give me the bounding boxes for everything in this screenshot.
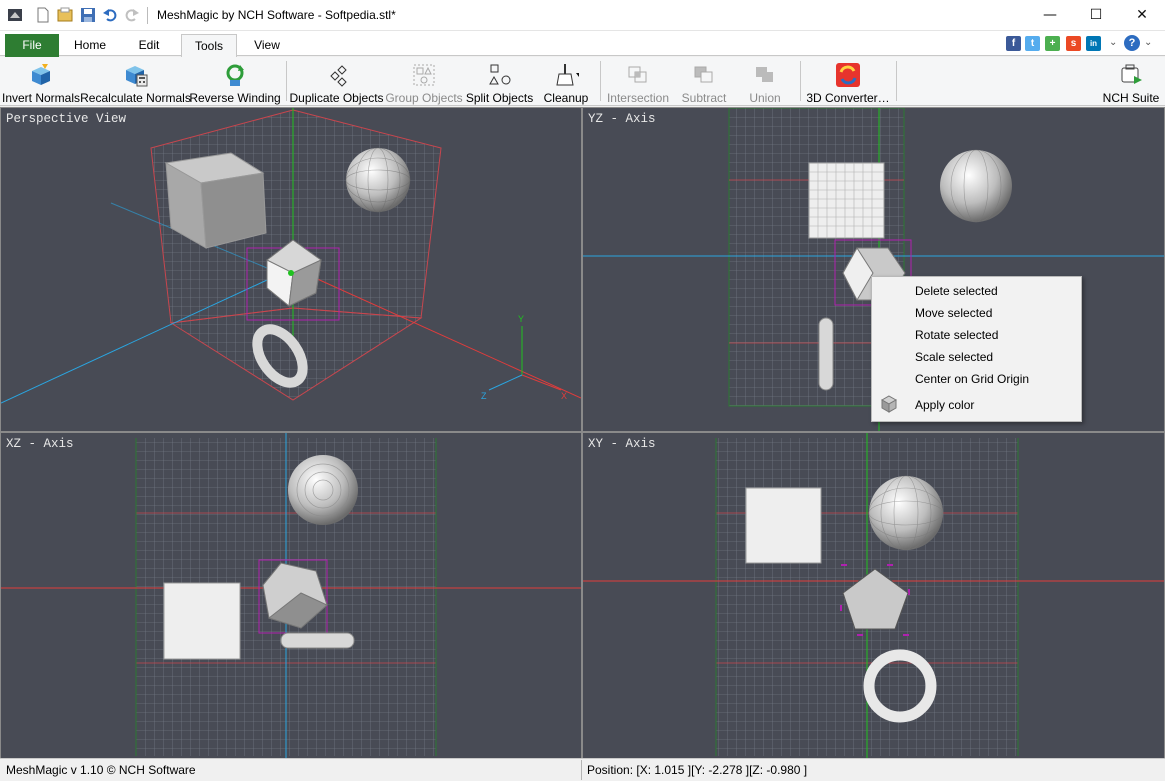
intersection-button[interactable]: Intersection	[606, 57, 670, 105]
axis-label-x: X	[561, 391, 567, 401]
union-button[interactable]: Union	[744, 57, 786, 105]
recalculate-normals-button[interactable]: Recalculate Normals	[80, 57, 191, 105]
tab-file[interactable]: File	[5, 34, 59, 57]
redo-icon[interactable]	[123, 6, 141, 24]
xy-viewport[interactable]: XY - Axis	[583, 433, 1164, 758]
close-button[interactable]: ✕	[1119, 0, 1165, 30]
menu-item-apply-color[interactable]: Apply color	[915, 398, 974, 412]
menu-item-move-selected[interactable]: Move selected	[915, 306, 992, 320]
duplicate-objects-icon	[324, 62, 350, 88]
ribbon-separator	[800, 61, 801, 101]
social-dropdown-icon[interactable]: ⌄	[1109, 37, 1117, 48]
intersection-icon	[625, 62, 651, 88]
context-menu: Delete selected Move selected Rotate sel…	[871, 276, 1082, 422]
cleanup-button[interactable]: Cleanup	[538, 57, 594, 105]
new-file-icon[interactable]	[34, 6, 52, 24]
split-objects-button[interactable]: Split Objects	[466, 57, 533, 105]
help-dropdown-icon[interactable]: ⌄	[1144, 37, 1152, 48]
ribbon-tabs: File Home Edit Tools View f t + s in ⌄ ?…	[0, 31, 1165, 58]
invert-normals-icon	[28, 62, 54, 88]
converter-icon	[835, 62, 861, 88]
linkedin-icon[interactable]: in	[1086, 36, 1101, 51]
status-bar: MeshMagic v 1.10 © NCH Software Position…	[0, 758, 1165, 781]
viewport-area: Y X Z Perspective View YZ - Axis XZ - Ax…	[0, 107, 1165, 758]
tab-tools[interactable]: Tools	[181, 34, 237, 58]
perspective-viewport[interactable]: Y X Z Perspective View	[1, 108, 581, 431]
app-icon[interactable]	[6, 6, 24, 24]
broom-icon	[553, 62, 579, 88]
menu-item-scale-selected[interactable]: Scale selected	[915, 350, 993, 364]
save-icon[interactable]	[79, 6, 97, 24]
xz-canvas	[1, 433, 581, 758]
3d-converter-button[interactable]: 3D Converter…	[806, 57, 890, 105]
menu-item-rotate-selected[interactable]: Rotate selected	[915, 328, 998, 342]
version-text: MeshMagic v 1.10 © NCH Software	[6, 763, 196, 777]
tab-home[interactable]: Home	[66, 34, 114, 57]
menu-item-center-on-grid-origin[interactable]: Center on Grid Origin	[915, 372, 1029, 386]
meshmagic-window: MeshMagic by NCH Software - Softpedia.st…	[0, 0, 1165, 781]
ribbon-toolbar: Invert Normals Recalculate Normals Rever…	[0, 57, 1165, 106]
reverse-winding-icon	[222, 62, 248, 88]
union-icon	[752, 62, 778, 88]
viewport-label: XZ - Axis	[6, 437, 74, 451]
nch-suite-icon	[1118, 62, 1144, 88]
axis-label-z: Z	[481, 391, 487, 401]
subtract-icon	[691, 62, 717, 88]
stumbleupon-icon[interactable]: s	[1066, 36, 1081, 51]
group-objects-button[interactable]: Group Objects	[385, 57, 463, 105]
position-readout: Position: [X: 1.015 ][Y: -2.278 ][Z: -0.…	[587, 763, 808, 777]
perspective-canvas: Y X Z	[1, 108, 581, 404]
menu-item-delete-selected[interactable]: Delete selected	[915, 284, 998, 298]
tab-edit[interactable]: Edit	[126, 34, 172, 57]
viewport-label: Perspective View	[6, 112, 127, 126]
ribbon-separator	[286, 61, 287, 101]
group-objects-icon	[411, 62, 437, 88]
viewport-label: YZ - Axis	[588, 112, 656, 126]
help-icon[interactable]: ?	[1124, 35, 1140, 51]
maximize-button[interactable]: ☐	[1073, 0, 1119, 30]
recalculate-normals-icon	[123, 62, 149, 88]
xy-canvas	[583, 433, 1164, 758]
split-objects-icon	[487, 62, 513, 88]
ribbon-separator	[600, 61, 601, 101]
facebook-icon[interactable]: f	[1006, 36, 1021, 51]
duplicate-objects-button[interactable]: Duplicate Objects	[289, 57, 384, 105]
reverse-winding-button[interactable]: Reverse Winding	[189, 57, 281, 105]
axis-label-y: Y	[518, 314, 524, 324]
viewport-label: XY - Axis	[588, 437, 656, 451]
tab-view[interactable]: View	[244, 34, 290, 57]
minimize-button[interactable]: —	[1027, 0, 1073, 30]
twitter-icon[interactable]: t	[1025, 36, 1040, 51]
window-title: MeshMagic by NCH Software - Softpedia.st…	[157, 8, 396, 22]
subtract-button[interactable]: Subtract	[678, 57, 730, 105]
undo-icon[interactable]	[101, 6, 119, 24]
status-separator	[581, 760, 582, 780]
xz-viewport[interactable]: XZ - Axis	[1, 433, 581, 758]
open-file-icon[interactable]	[57, 6, 75, 24]
ribbon-separator	[896, 61, 897, 101]
nch-suite-button[interactable]: NCH Suite	[1102, 57, 1160, 105]
title-bar: MeshMagic by NCH Software - Softpedia.st…	[0, 0, 1165, 31]
title-separator	[147, 7, 148, 24]
google-plus-icon[interactable]: +	[1045, 36, 1060, 51]
invert-normals-button[interactable]: Invert Normals	[2, 57, 80, 105]
cube-icon	[880, 395, 898, 413]
